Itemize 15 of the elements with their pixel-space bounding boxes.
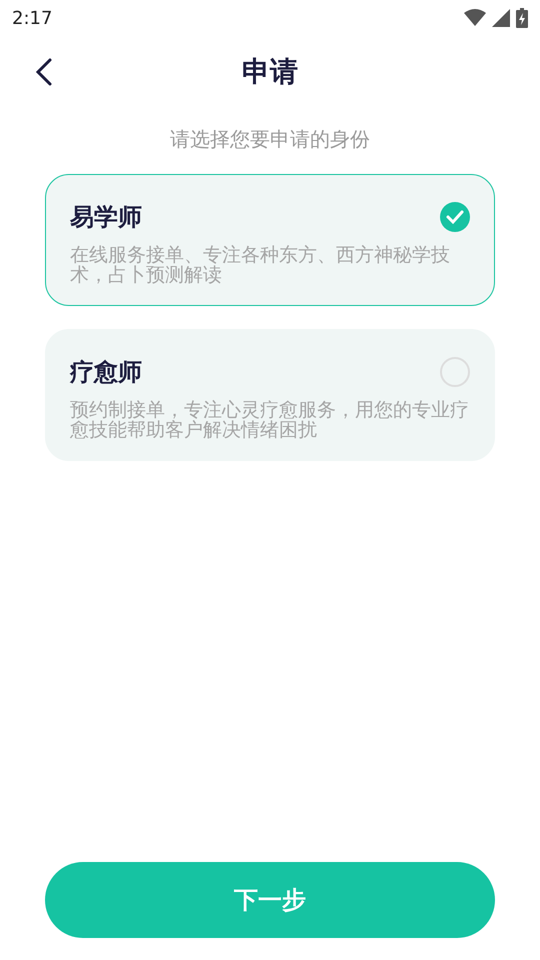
status-time: 2:17 <box>12 6 52 30</box>
role-description: 在线服务接单、专注各种东方、西方神秘学技术，占卜预测解读 <box>70 245 451 285</box>
prompt-text: 请选择您要申请的身份 <box>170 126 370 153</box>
radio-icon <box>440 357 470 387</box>
role-option[interactable]: 易学师 在线服务接单、专注各种东方、西方神秘学技术，占卜预测解读 <box>45 174 495 306</box>
wifi-icon <box>464 9 486 27</box>
page-title: 申请 <box>242 54 298 90</box>
role-title: 疗愈师 <box>70 357 142 388</box>
role-title: 易学师 <box>70 202 142 233</box>
role-description: 预约制接单，专注心灵疗愈服务，用您的专业疗愈技能帮助客户解决情绪困扰 <box>70 400 470 440</box>
role-option[interactable]: 疗愈师 预约制接单，专注心灵疗愈服务，用您的专业疗愈技能帮助客户解决情绪困扰 <box>45 329 495 461</box>
signal-icon <box>492 9 510 27</box>
check-icon <box>440 202 470 232</box>
back-icon[interactable] <box>34 58 54 86</box>
battery-icon <box>516 8 528 28</box>
